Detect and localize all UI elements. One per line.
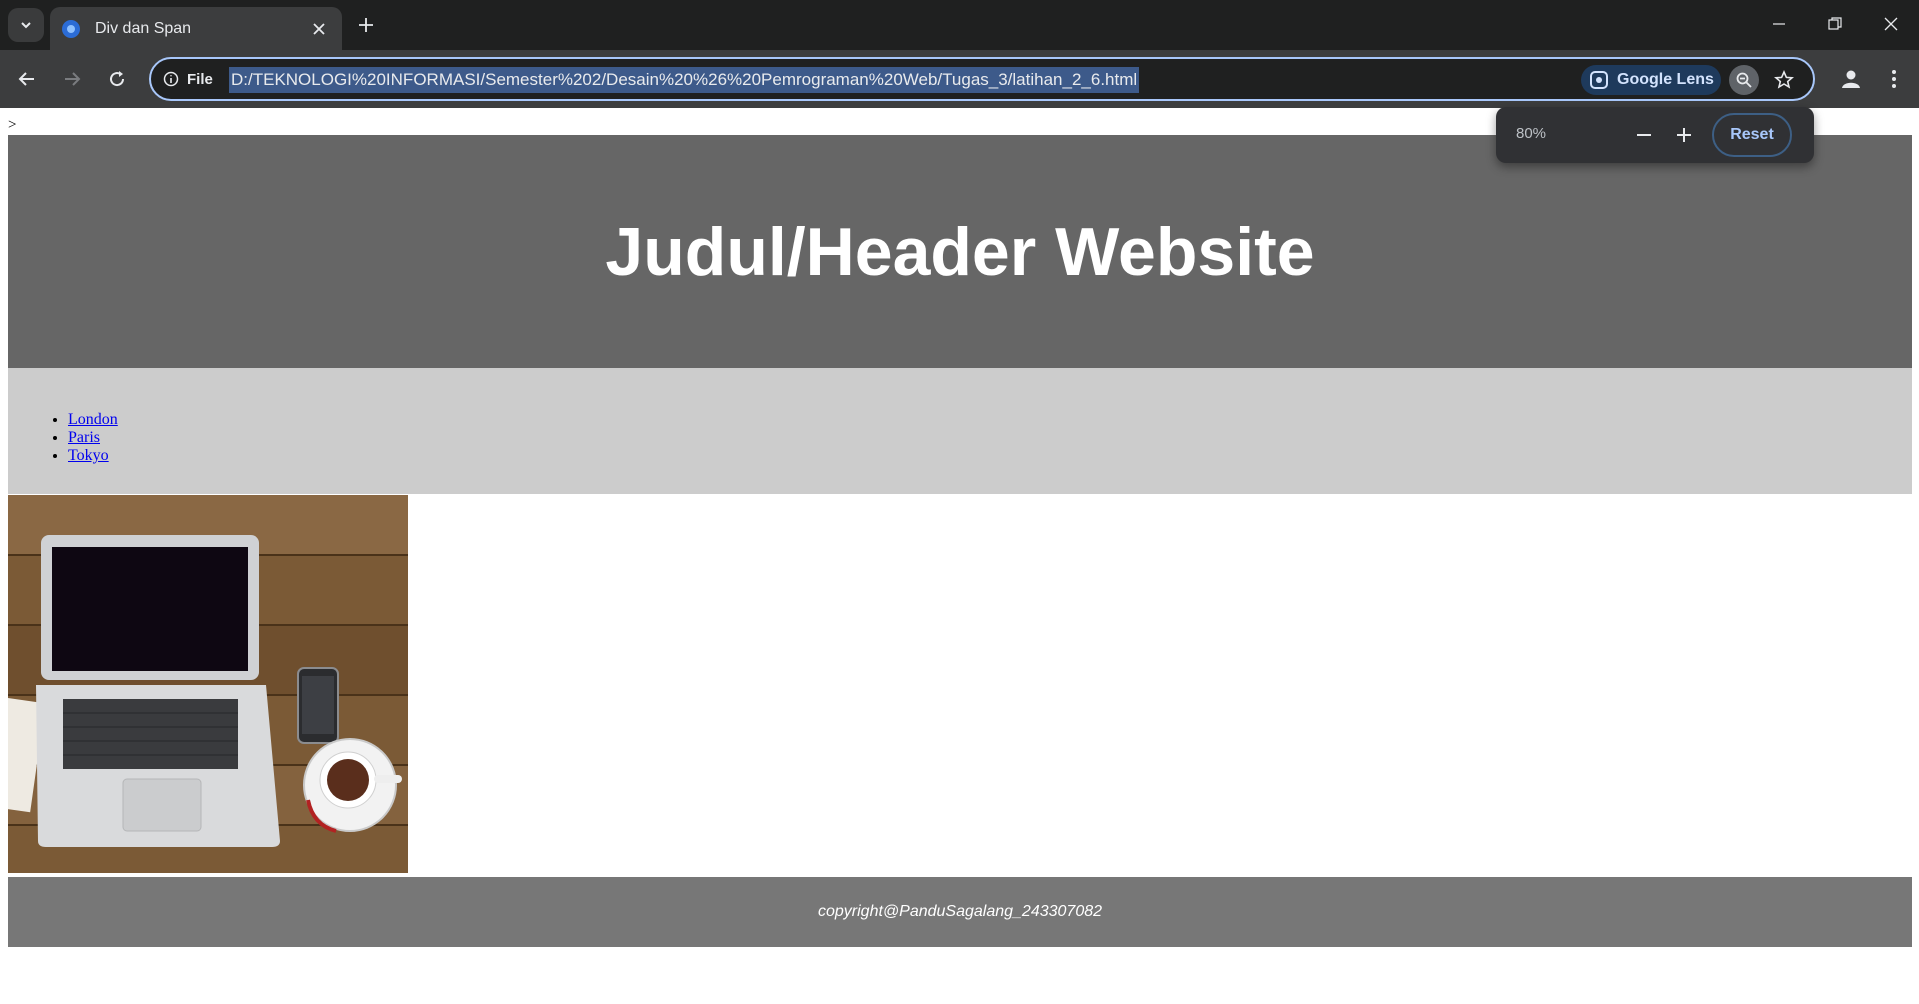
zoom-indicator-button[interactable] bbox=[1729, 65, 1759, 95]
plus-icon bbox=[1677, 128, 1691, 142]
menu-button[interactable] bbox=[1877, 61, 1911, 97]
url-text[interactable]: D:/TEKNOLOGI%20INFORMASI/Semester%202/De… bbox=[229, 67, 1140, 93]
page-title: Judul/Header Website bbox=[605, 213, 1315, 290]
zoom-out-icon bbox=[1736, 72, 1752, 88]
zoom-level: 80% bbox=[1516, 125, 1547, 142]
address-bar[interactable]: File D:/TEKNOLOGI%20INFORMASI/Semester%2… bbox=[149, 57, 1815, 101]
browser-toolbar: File D:/TEKNOLOGI%20INFORMASI/Semester%2… bbox=[0, 50, 1919, 108]
back-button[interactable] bbox=[10, 62, 44, 96]
tab-strip: Div dan Span bbox=[0, 0, 1919, 50]
arrow-left-icon bbox=[18, 72, 34, 86]
camera-lens-icon bbox=[1590, 71, 1608, 89]
new-tab-button[interactable] bbox=[352, 11, 380, 39]
page-viewport: > Judul/Header Website London Paris Toky… bbox=[0, 108, 1919, 1004]
zoom-reset-button[interactable]: Reset bbox=[1712, 113, 1792, 157]
browser-tab[interactable]: Div dan Span bbox=[50, 7, 342, 50]
site-info-button[interactable]: File bbox=[163, 68, 213, 90]
minimize-icon bbox=[1773, 23, 1785, 25]
star-icon bbox=[1774, 70, 1794, 89]
site-footer: copyright@PanduSagalang_243307082 bbox=[8, 877, 1912, 947]
tab-title: Div dan Span bbox=[95, 19, 192, 37]
site-header: Judul/Header Website bbox=[8, 135, 1912, 368]
stray-text: > bbox=[8, 117, 17, 133]
zoom-out-button[interactable] bbox=[1630, 121, 1658, 149]
copyright-text: copyright@PanduSagalang_243307082 bbox=[817, 903, 1103, 920]
laptop-photo-illustration bbox=[8, 495, 408, 873]
zoom-bubble: 80% Reset bbox=[1496, 107, 1814, 163]
nav-link-paris[interactable]: Paris bbox=[68, 429, 100, 446]
nav-link-london[interactable]: London bbox=[68, 411, 118, 428]
bookmark-button[interactable] bbox=[1771, 67, 1797, 93]
google-lens-button[interactable]: Google Lens bbox=[1581, 65, 1721, 95]
list-item: Tokyo bbox=[68, 447, 118, 465]
reload-icon bbox=[110, 71, 125, 87]
globe-icon bbox=[62, 19, 80, 38]
nav-link-tokyo[interactable]: Tokyo bbox=[68, 447, 109, 464]
plus-icon bbox=[359, 18, 373, 32]
more-vertical-icon bbox=[1892, 70, 1896, 88]
minimize-button[interactable] bbox=[1751, 0, 1807, 48]
close-window-button[interactable] bbox=[1863, 0, 1919, 48]
info-icon bbox=[163, 71, 179, 87]
zoom-in-button[interactable] bbox=[1670, 121, 1698, 149]
site-nav: London Paris Tokyo bbox=[8, 368, 1912, 494]
close-icon bbox=[1884, 17, 1898, 31]
restore-button[interactable] bbox=[1807, 0, 1863, 48]
reload-button[interactable] bbox=[100, 62, 134, 96]
list-item: London bbox=[68, 411, 118, 429]
forward-button[interactable] bbox=[55, 62, 89, 96]
site-info-label: File bbox=[187, 70, 213, 88]
close-icon[interactable] bbox=[308, 18, 330, 40]
minus-icon bbox=[1637, 134, 1651, 136]
restore-icon bbox=[1828, 17, 1842, 30]
laptop-and-coffee-photo bbox=[8, 495, 408, 873]
tab-search-button[interactable] bbox=[8, 8, 44, 42]
list-item: Paris bbox=[68, 429, 118, 447]
arrow-right-icon bbox=[65, 72, 81, 86]
chevron-down-icon bbox=[21, 22, 31, 29]
google-lens-label: Google Lens bbox=[1617, 71, 1714, 88]
profile-button[interactable] bbox=[1833, 61, 1869, 97]
nav-list: London Paris Tokyo bbox=[68, 411, 118, 465]
avatar-icon bbox=[1842, 70, 1860, 88]
